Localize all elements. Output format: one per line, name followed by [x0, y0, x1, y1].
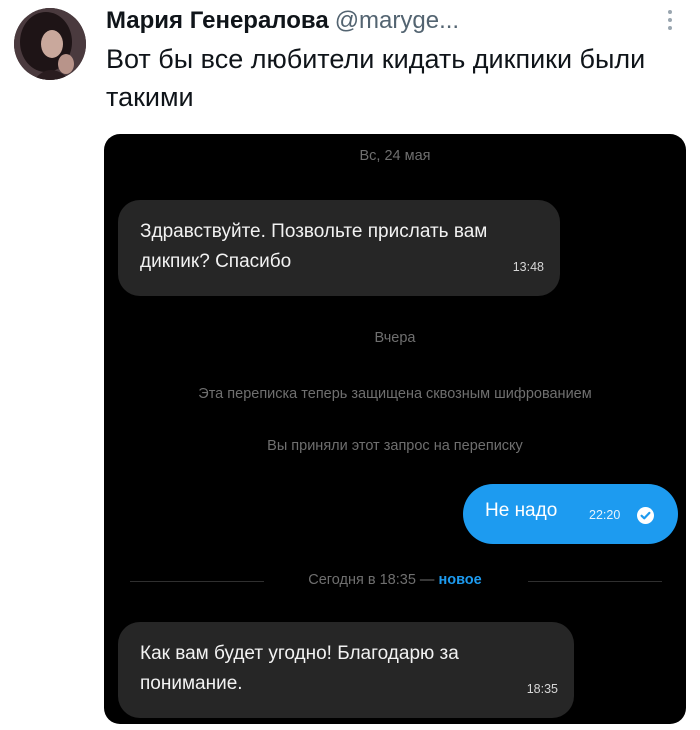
date-separator-yesterday: Вчера — [374, 330, 416, 346]
incoming-message: Здравствуйте. Позвольте прислать вам дик… — [118, 200, 560, 296]
encryption-notice: Эта переписка теперь защищена сквозным ш… — [198, 386, 592, 402]
message-text: Как вам будет угодно! Благодарю за поним… — [140, 643, 459, 694]
message-time: 13:48 — [512, 260, 544, 274]
date-separator-sunday: Вс, 24 мая — [359, 148, 431, 164]
tweet-header: Мария Генералова @maryge... — [106, 6, 640, 36]
tweet-text: Вот бы все любители кидать дикпики были … — [106, 44, 646, 112]
message-text: Не надо — [485, 500, 558, 521]
divider-date-label: Сегодня в 18:35 — — [308, 572, 435, 588]
new-messages-divider: Сегодня в 18:35 — новое — [104, 572, 686, 588]
outgoing-message: Не надо 22:20 — [463, 484, 678, 544]
message-text: Здравствуйте. Позвольте прислать вам дик… — [140, 221, 488, 272]
incoming-message: Как вам будет угодно! Благодарю за поним… — [118, 622, 574, 718]
more-vertical-icon[interactable] — [664, 10, 676, 40]
request-accepted-notice: Вы приняли этот запрос на переписку — [267, 438, 523, 454]
avatar[interactable] — [14, 8, 86, 80]
profile-photo — [14, 8, 86, 80]
check-circle-icon — [637, 507, 654, 524]
message-time: 22:20 — [589, 508, 621, 522]
new-badge: новое — [438, 572, 482, 588]
author-handle[interactable]: @maryge... — [335, 7, 459, 34]
tweet-media-image[interactable]: Вс, 24 мая Здравствуйте. Позвольте присл… — [104, 134, 686, 724]
message-time: 18:35 — [526, 682, 558, 696]
author-name[interactable]: Мария Генералова — [106, 7, 329, 34]
